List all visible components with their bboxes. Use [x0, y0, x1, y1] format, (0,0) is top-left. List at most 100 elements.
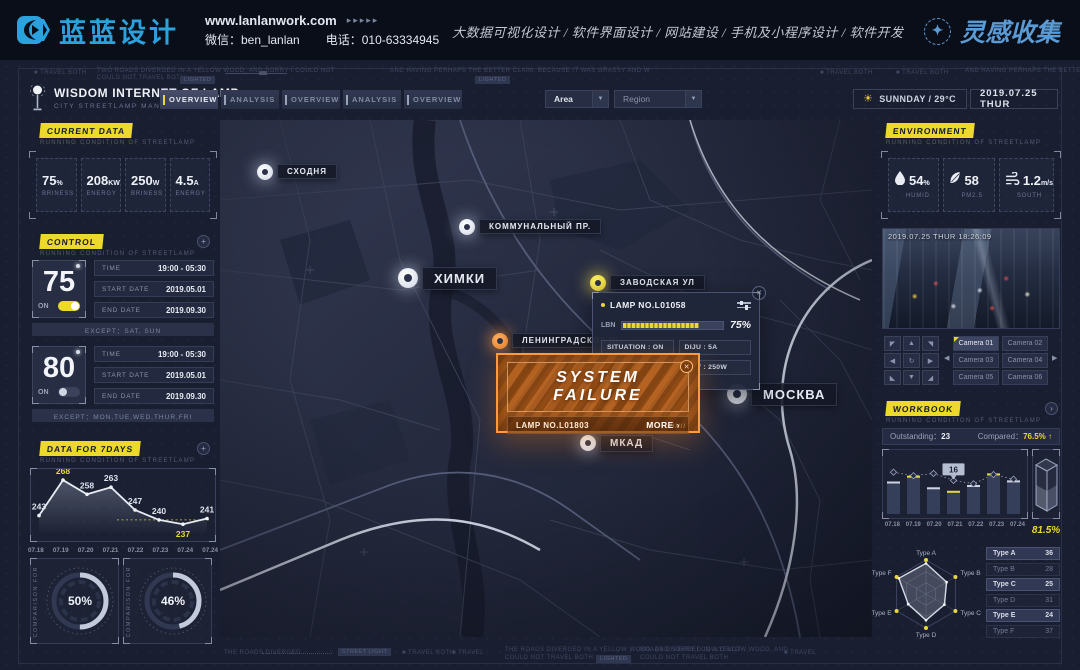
svg-text:50%: 50% — [68, 594, 92, 608]
camera-feed[interactable]: 2019.07.25 THUR 18:26:09 — [882, 228, 1060, 329]
corner-mark — [210, 212, 217, 219]
lanlan-logo: 蓝蓝设计 — [16, 11, 179, 50]
tab-accent-bar — [163, 95, 165, 105]
map-pin[interactable] — [398, 268, 418, 288]
camera-button-1[interactable]: Camera 01 — [953, 336, 999, 351]
control-subtitle: RUNNING CONDITION OF STREETLAMP — [40, 251, 195, 257]
cube-percent: 81.5% — [1024, 525, 1068, 536]
bulb-icon — [76, 264, 80, 268]
screenshot-root: 蓝蓝设计 www.lanlanwork.com ▸▸▸▸▸ 微信：ben_lan… — [0, 0, 1080, 670]
x-tick: 07.22 — [128, 547, 144, 554]
workbook-more-button[interactable]: › — [1045, 402, 1058, 415]
pan-right-icon[interactable]: ▶ — [922, 353, 939, 368]
start-date-row[interactable]: START DATE 2019.05.01 — [94, 367, 214, 383]
pan-up-right-icon[interactable]: ◥ — [922, 336, 939, 351]
close-icon[interactable]: ✕ — [752, 286, 766, 300]
row-value: 2019.09.30 — [166, 306, 206, 315]
type-value: 31 — [1045, 597, 1053, 604]
power-toggle[interactable] — [58, 301, 80, 311]
streetlamp-icon — [585, 440, 591, 446]
type-row-6[interactable]: Type F37 — [986, 625, 1060, 638]
pan-left-icon[interactable]: ◀ — [884, 353, 901, 368]
camera-list: Camera 01Camera 02Camera 03Camera 04Came… — [953, 336, 1048, 385]
date-widget: 2019.07.25 THUR — [970, 89, 1058, 109]
camera-button-6[interactable]: Camera 06 — [1002, 370, 1048, 385]
decor-badge: LIGHTED — [180, 76, 215, 84]
reset-view-icon[interactable]: ↻ — [903, 353, 920, 368]
map-pin[interactable] — [459, 219, 475, 235]
streetlamp-icon — [30, 84, 45, 112]
type-row-1[interactable]: Type A36 — [986, 547, 1060, 560]
end-date-row[interactable]: END DATE 2019.09.30 — [94, 302, 214, 318]
corner-mark — [79, 397, 86, 404]
type-row-3[interactable]: Type C25 — [986, 578, 1060, 591]
x-tick: 07.24 — [1010, 522, 1025, 528]
map-pin[interactable] — [590, 275, 606, 291]
end-date-row[interactable]: END DATE 2019.09.30 — [94, 388, 214, 404]
pan-down-left-icon[interactable]: ◣ — [884, 370, 901, 385]
stat-unit: m/s — [1041, 180, 1053, 187]
sun-icon: ☀ — [863, 94, 873, 105]
tab-analysis-4[interactable]: ANALYSIS — [343, 90, 401, 109]
type-row-5[interactable]: Type E24 — [986, 609, 1060, 622]
x-tick: 07.24 — [177, 547, 193, 554]
type-row-2[interactable]: Type B28 — [986, 563, 1060, 576]
pan-down-right-icon[interactable]: ◢ — [922, 370, 939, 385]
brightness-level: 80 — [35, 349, 83, 387]
stat-label: PM2.5 — [961, 193, 993, 199]
city-map[interactable]: LAMP NO.L01058 ✕ LBN 75% SITUATION : ON … — [220, 120, 872, 637]
pan-up-left-icon[interactable]: ◤ — [884, 336, 901, 351]
camera-button-3[interactable]: Camera 03 — [953, 353, 999, 368]
trend-up-icon: ↑ — [1048, 432, 1052, 441]
wechat-contact: 微信：ben_lanlan — [205, 31, 300, 48]
tab-analysis-2[interactable]: ANALYSIS — [221, 90, 279, 109]
start-date-row[interactable]: START DATE 2019.05.01 — [94, 281, 214, 297]
region-select[interactable]: Region ▼ — [614, 90, 702, 108]
tab-overview-3[interactable]: OVERVIEW — [282, 90, 340, 109]
corner-mark — [1053, 322, 1060, 329]
week-chart-add-button[interactable]: + — [197, 442, 210, 455]
chevron-down-icon: ▼ — [592, 91, 608, 107]
camera-next-button[interactable]: ▶ — [1052, 354, 1057, 362]
tab-label: OVERVIEW — [413, 95, 461, 104]
inspiration-collect[interactable]: ✦ 灵感收集 — [924, 13, 1060, 49]
camera-button-4[interactable]: Camera 04 — [1002, 353, 1048, 368]
corner-mark — [123, 558, 130, 565]
corner-mark — [79, 311, 86, 318]
close-icon[interactable]: ✕ — [680, 360, 693, 373]
type-table: Type A36 Type B28 Type C25 Type D 31 Type E24… — [986, 547, 1060, 638]
control-add-button[interactable]: + — [197, 235, 210, 248]
type-label: Type A — [993, 550, 1016, 557]
corner-mark — [592, 292, 599, 299]
type-row-4[interactable]: Type D 31 — [986, 594, 1060, 607]
corner-mark — [32, 397, 39, 404]
time-row[interactable]: TIME 19:00 - 05:30 — [94, 346, 214, 362]
svg-text:263: 263 — [104, 473, 118, 483]
type-label: Type D — [993, 597, 1015, 604]
map-pin[interactable] — [580, 435, 596, 451]
row-label: START DATE — [102, 286, 149, 293]
camera-button-5[interactable]: Camera 05 — [953, 370, 999, 385]
stat-energy: 4.5AENERGY — [170, 158, 211, 212]
time-row[interactable]: TIME 19:00 - 05:30 — [94, 260, 214, 276]
map-pin[interactable] — [257, 164, 273, 180]
pan-down-icon[interactable]: ▼ — [903, 370, 920, 385]
map-pin[interactable] — [492, 333, 508, 349]
pan-up-icon[interactable]: ▲ — [903, 336, 920, 351]
type-label: Type C — [993, 581, 1016, 588]
corner-mark — [1053, 228, 1060, 235]
corner-mark — [881, 151, 888, 158]
sliders-icon[interactable] — [737, 302, 751, 308]
power-toggle[interactable] — [58, 387, 80, 397]
area-select[interactable]: Area ▼ — [545, 90, 609, 108]
environment-title: ENVIRONMENT — [885, 123, 974, 138]
website-link[interactable]: www.lanlanwork.com — [205, 13, 337, 28]
camera-button-2[interactable]: Camera 02 — [1002, 336, 1048, 351]
map-pin-label: МОСКВА — [751, 383, 837, 406]
svg-text:240: 240 — [152, 506, 166, 516]
camera-prev-button[interactable]: ◀ — [944, 354, 949, 362]
environment-subtitle: RUNNING CONDITION OF STREETLAMP — [886, 140, 1041, 146]
tab-overview-5[interactable]: OVERVIEW — [404, 90, 462, 109]
tab-overview-1[interactable]: OVERVIEW — [160, 90, 218, 109]
except-days: EXCEPT：MON,TUE,WED,THUR,FRI — [32, 409, 214, 422]
